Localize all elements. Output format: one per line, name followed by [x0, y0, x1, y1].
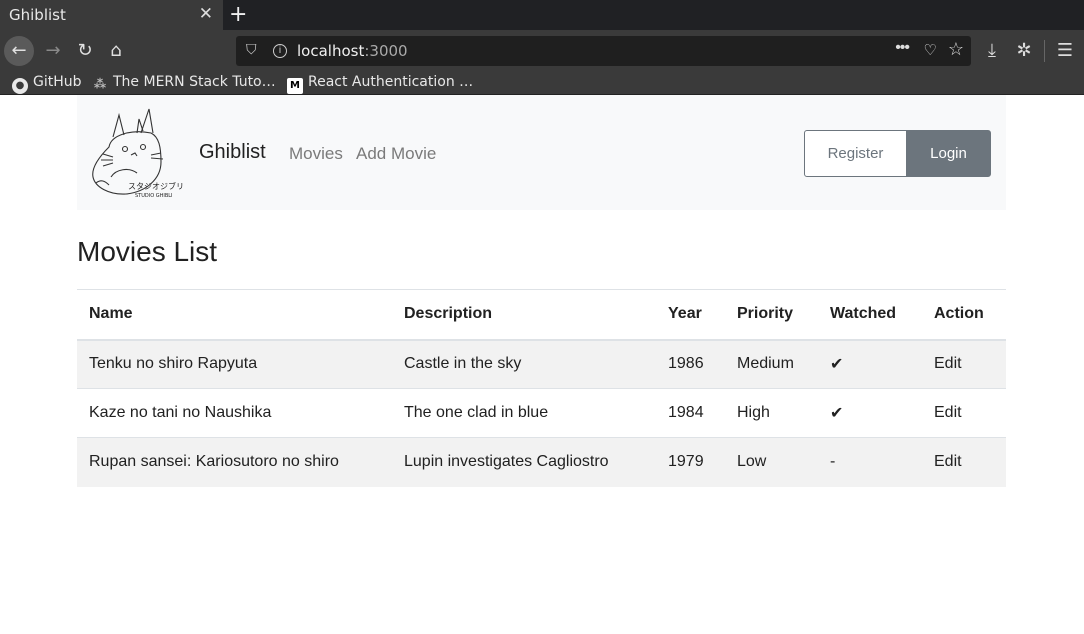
download-icon[interactable]: ⤓ — [978, 36, 1006, 66]
register-button[interactable]: Register — [804, 130, 907, 177]
studio-ghibli-logo[interactable]: スタジオジブリ作品 STUDIO GHIBLI — [91, 107, 200, 199]
cell-priority: Medium — [737, 355, 794, 373]
bookmark-mern[interactable]: ⁂ The MERN Stack Tuto… — [92, 74, 276, 92]
medium-icon: M — [287, 78, 303, 94]
cell-description: Lupin investigates Cagliostro — [404, 453, 609, 471]
forward-arrow-icon[interactable]: → — [38, 36, 68, 66]
brand-title[interactable]: Ghiblist — [199, 141, 266, 164]
cell-name: Kaze no tani no Naushika — [89, 404, 272, 421]
home-icon[interactable]: ⌂ — [101, 36, 131, 66]
totoro-icon: スタジオジブリ作品 STUDIO GHIBLI — [92, 108, 200, 199]
table-row: Kaze no tani no Naushika The one clad in… — [77, 389, 1006, 438]
edit-link[interactable]: Edit — [922, 340, 1006, 389]
cell-priority: High — [737, 404, 770, 421]
bookmark-label: React Authentication … — [308, 74, 474, 90]
cell-description: The one clad in blue — [404, 404, 549, 421]
column-header-action: Action — [934, 305, 984, 323]
url-port: :3000 — [364, 42, 408, 60]
cell-description: Castle in the sky — [404, 355, 522, 373]
url-bar[interactable]: ⛉ i localhost:3000 ••• ♡ ☆ — [236, 36, 971, 66]
more-icon[interactable]: ••• — [895, 39, 910, 57]
cell-watched: ✔ — [830, 405, 844, 422]
cell-year: 1986 — [668, 355, 704, 373]
url-text[interactable]: localhost:3000 — [297, 42, 408, 60]
column-header-description: Description — [404, 305, 493, 323]
bookmark-react-auth[interactable]: M React Authentication … — [287, 74, 473, 94]
star-icon[interactable]: ☆ — [948, 39, 964, 60]
cell-priority: Low — [737, 453, 767, 471]
nav-link-movies[interactable]: Movies — [289, 144, 343, 164]
column-header-watched: Watched — [830, 305, 897, 323]
table-header-row: Name Description Year Priority Watched A… — [77, 289, 1006, 340]
cell-year: 1984 — [668, 404, 704, 421]
table-row: Tenku no shiro Rapyuta Castle in the sky… — [77, 339, 1006, 389]
cell-watched: - — [830, 453, 836, 471]
github-icon: ● — [12, 78, 28, 94]
gear-icon[interactable]: ✲ — [1010, 36, 1038, 66]
app-navbar: スタジオジブリ作品 STUDIO GHIBLI Ghiblist Movies … — [77, 95, 1006, 210]
info-icon[interactable]: i — [273, 44, 287, 58]
reload-icon[interactable]: ↻ — [70, 36, 100, 66]
pocket-icon[interactable]: ♡ — [924, 41, 937, 59]
page-title: Movies List — [77, 236, 218, 267]
column-header-priority: Priority — [737, 305, 794, 323]
hamburger-menu-icon[interactable]: ☰ — [1051, 36, 1079, 66]
url-host: localhost — [297, 42, 365, 60]
browser-toolbar: ← → ↻ ⌂ ⛉ i localhost:3000 ••• ♡ ☆ ⤓ ✲ ☰ — [0, 30, 1084, 72]
bookmark-label: GitHub — [33, 74, 82, 90]
login-button[interactable]: Login — [906, 130, 991, 177]
browser-tab-bar: Ghiblist ✕ + — [0, 0, 1084, 30]
edit-link[interactable]: Edit — [922, 389, 1006, 438]
logo-japanese-text: スタジオジブリ作品 — [128, 181, 183, 191]
bookmark-github[interactable]: ● GitHub — [12, 74, 82, 94]
logo-subtext: STUDIO GHIBLI — [135, 193, 173, 199]
back-arrow-icon[interactable]: ← — [4, 36, 34, 66]
browser-tab[interactable]: Ghiblist ✕ — [0, 0, 223, 30]
edit-link[interactable]: Edit — [922, 438, 1006, 487]
close-icon[interactable]: ✕ — [199, 4, 213, 24]
column-header-name: Name — [89, 305, 133, 323]
movies-table: Name Description Year Priority Watched A… — [77, 289, 1006, 487]
cell-name: Tenku no shiro Rapyuta — [89, 355, 258, 373]
cell-name: Rupan sansei: Kariosutoro no shiro — [89, 453, 339, 471]
nav-link-add-movie[interactable]: Add Movie — [356, 144, 436, 164]
cell-year: 1979 — [668, 453, 704, 471]
shield-icon[interactable]: ⛉ — [246, 41, 257, 58]
cell-watched: ✔ — [830, 356, 844, 374]
tab-title: Ghiblist — [9, 6, 66, 24]
toolbar-divider — [1044, 40, 1045, 62]
bookmark-label: The MERN Stack Tuto… — [113, 74, 276, 90]
mern-icon: ⁂ — [93, 77, 107, 91]
bookmarks-bar: ● GitHub ⁂ The MERN Stack Tuto… M React Aut… — [0, 72, 1084, 95]
column-header-year: Year — [668, 305, 702, 323]
new-tab-icon[interactable]: + — [229, 2, 247, 27]
table-row: Rupan sansei: Kariosutoro no shiro Lupin… — [77, 437, 1006, 487]
